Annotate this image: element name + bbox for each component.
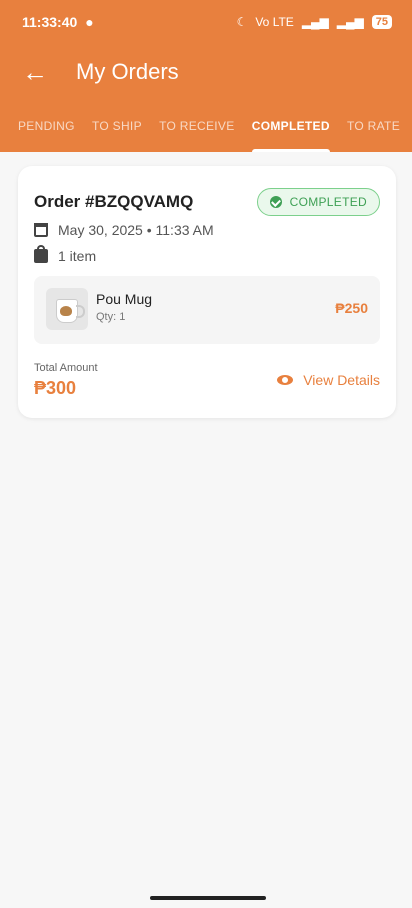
item-price: ₱250 xyxy=(335,300,368,316)
order-header: Order #BZQQVAMQ COMPLETED xyxy=(34,188,380,216)
status-badge: COMPLETED xyxy=(256,188,380,216)
order-item-count: 1 item xyxy=(58,248,97,264)
moon-icon: ☾ xyxy=(236,15,248,29)
total-amount-label: Total Amount xyxy=(34,362,98,374)
status-badge-label: COMPLETED xyxy=(289,195,367,209)
calendar-icon xyxy=(34,223,48,237)
signal-icon-2: ▂▄▆ xyxy=(336,15,364,29)
pou-character xyxy=(60,306,72,316)
order-items-row: 1 item xyxy=(34,245,97,264)
check-circle-icon xyxy=(269,196,282,208)
eye-icon xyxy=(277,375,294,385)
tab-completed[interactable]: COMPLETED xyxy=(251,100,330,152)
tab-to-receive[interactable]: TO RECEIVE xyxy=(159,100,234,152)
view-details-button[interactable]: View Details xyxy=(277,372,380,388)
item-name: Pou Mug xyxy=(96,291,153,307)
tab-to-ship[interactable]: TO SHIP xyxy=(92,100,142,152)
order-date-row: May 30, 2025 • 11:33 AM xyxy=(34,222,214,238)
tab-pending[interactable]: PENDING xyxy=(18,100,75,152)
messenger-icon: ● xyxy=(85,14,94,30)
shopping-bag-icon xyxy=(34,245,48,263)
status-time: 11:33:40 xyxy=(22,14,78,30)
order-item: Pou Mug Qty: 1 ₱250 xyxy=(34,276,380,344)
order-card[interactable]: Order #BZQQVAMQ COMPLETED May 30, 2025 •… xyxy=(18,166,396,418)
network-label: Vo LTE xyxy=(255,15,294,29)
item-qty: Qty: 1 xyxy=(96,311,126,323)
status-bar: 11:33:40 ● ☾ Vo LTE ▂▄▆ ▂▄▆ 75 xyxy=(0,0,412,44)
back-arrow-icon[interactable]: ← xyxy=(22,59,48,85)
product-thumbnail xyxy=(46,288,88,330)
tab-to-rate[interactable]: TO RATE xyxy=(347,100,400,152)
view-details-label: View Details xyxy=(303,372,380,388)
signal-icon: ▂▄▆ xyxy=(301,15,329,29)
battery-indicator: 75 xyxy=(371,15,392,29)
total-amount-value: ₱300 xyxy=(34,378,77,398)
page-title: My Orders xyxy=(76,59,179,84)
order-id: Order #BZQQVAMQ xyxy=(34,192,194,211)
order-tabs: PENDING TO SHIP TO RECEIVE COMPLETED TO … xyxy=(0,100,412,152)
header: 11:33:40 ● ☾ Vo LTE ▂▄▆ ▂▄▆ 75 ← My Orde… xyxy=(0,0,412,152)
app-bar: ← My Orders xyxy=(0,44,412,100)
home-indicator[interactable] xyxy=(150,896,266,900)
status-right: ☾ Vo LTE ▂▄▆ ▂▄▆ 75 xyxy=(237,15,392,29)
status-left: 11:33:40 ● xyxy=(22,14,94,30)
order-date: May 30, 2025 • 11:33 AM xyxy=(58,222,214,238)
